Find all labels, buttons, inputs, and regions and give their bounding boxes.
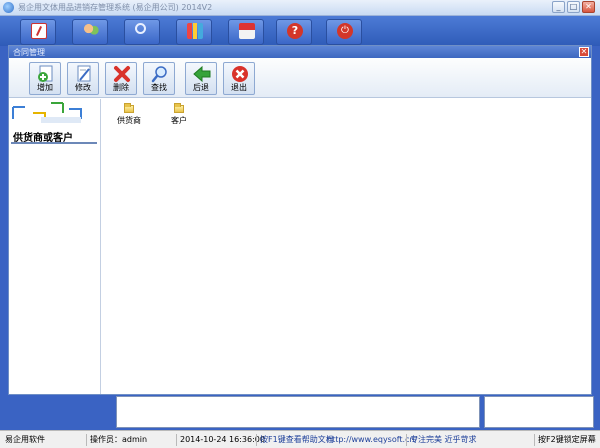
contract-management-dialog: 合同管理 ✕ 增加 修改 删除 查找 后退 退出 供货商或客户 供货商 客户 xyxy=(8,45,592,395)
dialog-title-bar: 合同管理 ✕ xyxy=(9,46,591,58)
house-icon xyxy=(239,23,255,39)
background-side-panel xyxy=(484,396,594,428)
power-icon: ⏻ xyxy=(337,23,353,39)
back-arrow-icon xyxy=(193,65,211,83)
folder-item-customers[interactable]: 客户 xyxy=(159,103,199,126)
help-icon: ? xyxy=(287,23,303,39)
search-icon xyxy=(151,66,167,83)
maximize-button[interactable]: □ xyxy=(567,1,580,13)
main-search-button[interactable] xyxy=(124,19,160,45)
status-bar: 易企用软件 操作员：admin 2014-10-24 16:36:00 按F1键… xyxy=(0,430,600,448)
search-button[interactable]: 查找 xyxy=(143,62,175,95)
folder-label: 客户 xyxy=(171,116,187,125)
folder-icon xyxy=(174,103,184,113)
exit-button[interactable]: 退出 xyxy=(223,62,255,95)
app-logo-icon xyxy=(3,2,14,13)
window-close-button[interactable]: ✕ xyxy=(582,1,595,13)
status-operator: 操作员：admin xyxy=(86,434,147,446)
edit-document-icon xyxy=(77,65,91,82)
main-toolbar: ? ⏻ xyxy=(0,16,600,46)
minimize-button[interactable]: _ xyxy=(552,1,565,13)
window-title: 易企用文体用品进销存管理系统 (易企用公司) 2014V2 xyxy=(18,3,213,12)
tree-divider xyxy=(11,142,97,144)
folder-icon xyxy=(124,103,134,113)
delete-label: 删除 xyxy=(113,83,129,92)
folder-view: 供货商 客户 xyxy=(101,99,591,394)
status-lock-hint: 按F2键锁定屏幕 xyxy=(534,434,596,446)
status-datetime: 2014-10-24 16:36:00 xyxy=(176,434,265,446)
status-help-hint: 按F1键查看帮助文档 xyxy=(256,434,334,446)
tree-panel: 供货商或客户 xyxy=(9,99,101,394)
dialog-title: 合同管理 xyxy=(13,48,45,57)
delete-button[interactable]: 删除 xyxy=(105,62,137,95)
main-exit-button[interactable]: ⏻ xyxy=(326,19,362,45)
search-label: 查找 xyxy=(151,83,167,92)
main-report-button[interactable] xyxy=(176,19,212,45)
background-sidebar xyxy=(8,395,116,429)
folder-label: 供货商 xyxy=(117,116,141,125)
back-button[interactable]: 后退 xyxy=(185,62,217,95)
add-document-icon xyxy=(38,65,53,82)
delete-x-icon xyxy=(114,66,130,82)
bar-chart-icon xyxy=(187,23,203,39)
add-label: 增加 xyxy=(37,83,53,92)
status-website-link[interactable]: http://www.eqysoft.cn/ xyxy=(324,434,417,446)
users-icon xyxy=(83,23,99,39)
exit-circle-x-icon xyxy=(232,66,248,82)
dialog-toolbar: 增加 修改 删除 查找 后退 退出 xyxy=(9,58,591,98)
background-main-panel xyxy=(116,396,480,428)
edit-label: 修改 xyxy=(75,83,91,92)
exit-label: 退出 xyxy=(231,83,247,92)
main-help-button[interactable]: ? xyxy=(276,19,312,45)
main-document-button[interactable] xyxy=(20,19,56,45)
tree-banner-graphic xyxy=(11,99,99,125)
document-icon xyxy=(31,23,47,39)
status-app-name: 易企用软件 xyxy=(5,435,45,444)
back-label: 后退 xyxy=(193,83,209,92)
main-users-button[interactable] xyxy=(72,19,108,45)
main-home-button[interactable] xyxy=(228,19,264,45)
folder-item-suppliers[interactable]: 供货商 xyxy=(109,103,149,126)
dialog-close-button[interactable]: ✕ xyxy=(579,47,589,57)
status-slogan: 专注完美 近乎苛求 xyxy=(406,434,477,446)
main-title-bar: 易企用文体用品进销存管理系统 (易企用公司) 2014V2 _ □ ✕ xyxy=(0,0,600,16)
magnifier-icon xyxy=(135,23,146,34)
add-button[interactable]: 增加 xyxy=(29,62,61,95)
edit-button[interactable]: 修改 xyxy=(67,62,99,95)
